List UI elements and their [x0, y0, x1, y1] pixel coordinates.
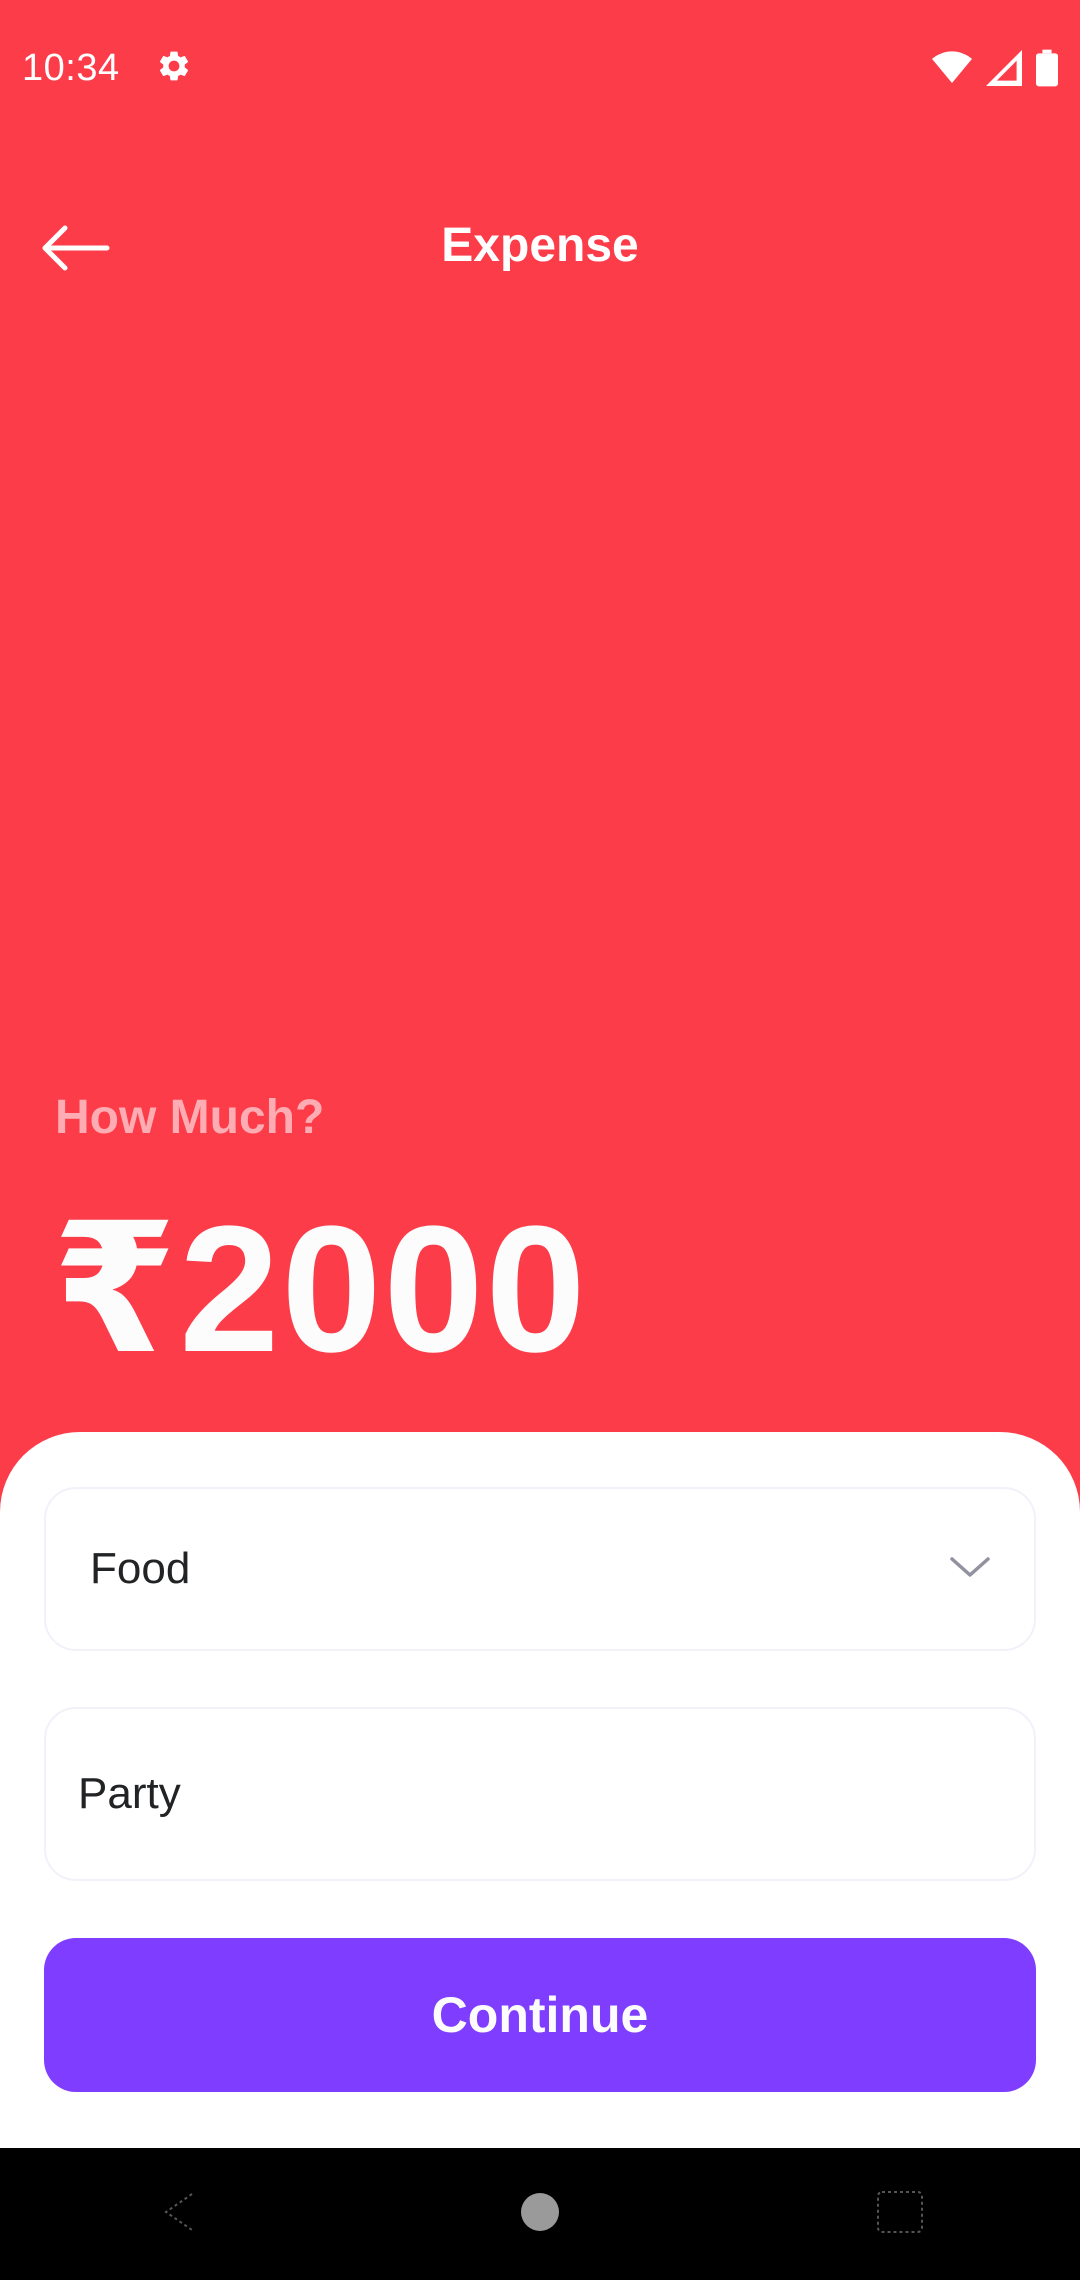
status-bar: 10:34 [0, 0, 1080, 136]
home-nav-icon [518, 2190, 562, 2239]
category-dropdown[interactable]: Food [44, 1487, 1036, 1651]
description-field[interactable]: Party [44, 1707, 1036, 1881]
status-left: 10:34 [22, 47, 192, 90]
back-nav-button[interactable] [120, 2154, 240, 2274]
expense-screen: 10:34 Expense How Much? ₹2000 Food Party… [0, 0, 1080, 2280]
chevron-down-icon [948, 1553, 992, 1586]
status-time: 10:34 [22, 46, 120, 89]
status-right [932, 49, 1058, 87]
amount-value[interactable]: ₹2000 [52, 1200, 588, 1380]
recents-nav-button[interactable] [840, 2154, 960, 2274]
wifi-icon [932, 50, 972, 86]
app-bar: Expense [0, 190, 1080, 310]
battery-icon [1036, 49, 1058, 87]
recents-nav-icon [875, 2189, 925, 2240]
form-sheet: Food Party Continue [0, 1432, 1080, 2148]
home-nav-button[interactable] [480, 2154, 600, 2274]
page-title: Expense [441, 219, 639, 272]
amount-prompt: How Much? [55, 1091, 325, 1144]
system-nav-bar [0, 2148, 1080, 2280]
continue-button[interactable]: Continue [44, 1938, 1036, 2092]
gear-icon [156, 48, 192, 89]
back-nav-icon [156, 2188, 204, 2241]
description-value: Party [78, 1769, 181, 1818]
category-value: Food [90, 1544, 191, 1593]
cell-signal-icon [986, 50, 1022, 86]
